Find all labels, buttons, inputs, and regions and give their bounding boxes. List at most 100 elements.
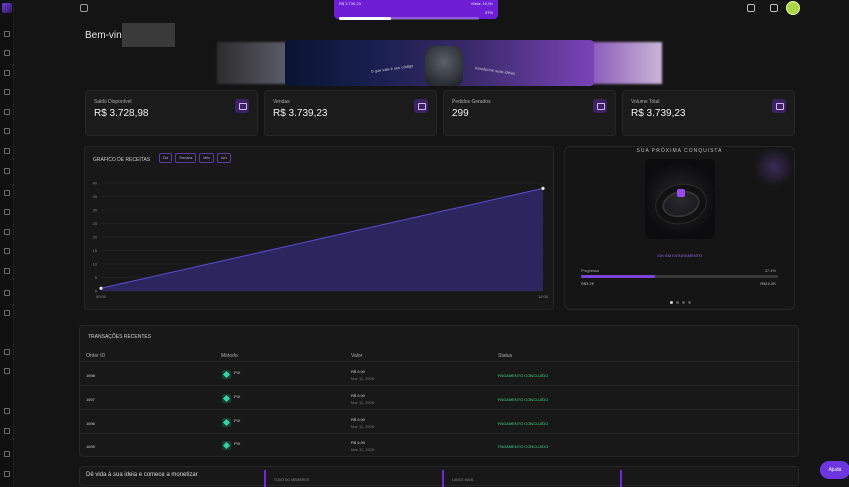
y-tick-label: 10 (93, 262, 98, 267)
date: Mar 11, 2026 (351, 400, 375, 405)
sidebar-item-9-icon[interactable] (4, 190, 10, 196)
carousel-dot-2[interactable] (676, 301, 679, 304)
sidebar-item-8-icon[interactable] (4, 168, 10, 174)
sidebar-item-18-icon[interactable] (4, 408, 10, 414)
launch-card-label: LANCE MAIS (452, 478, 474, 482)
chart-up-icon (414, 99, 428, 113)
banner-prev-slide[interactable] (217, 42, 287, 84)
pix-icon (222, 441, 231, 450)
sidebar-item-15-icon[interactable] (4, 310, 10, 316)
carousel-dots (670, 301, 691, 304)
members-card-label: TUDO DO MEMBROS (274, 478, 310, 482)
sidebar-item-19-icon[interactable] (4, 428, 10, 434)
members-card[interactable]: TUDO DO MEMBROS (264, 470, 442, 487)
sidebar-item-13-icon[interactable] (4, 268, 10, 274)
banner-main[interactable]: 0 que vale é seu código transforme suas … (285, 40, 594, 86)
table-row[interactable]: 1696 PIX R$ 9,90 Mar 11, 2026 PAGAMENTO … (80, 411, 798, 434)
stat-card-orders: Pedidos Gerados 299 (443, 90, 616, 136)
sidebar-item-17-icon[interactable] (4, 368, 10, 374)
stat-label: Volume Total (631, 99, 660, 105)
order-id: 1698 (86, 373, 95, 378)
goal-progress-bar (339, 17, 479, 20)
y-tick-label: 25 (93, 221, 98, 226)
extra-card[interactable] (620, 470, 798, 487)
method: PIX (234, 441, 241, 446)
col-order-id: Order ID (86, 353, 106, 359)
user-avatar[interactable] (786, 1, 800, 15)
revenue-goal-banner: R$ 3.739,23 Meta: 10,0K 37% (334, 0, 498, 20)
sidebar-item-3-icon[interactable] (4, 70, 10, 76)
fullscreen-icon[interactable] (747, 4, 755, 12)
banner-image (425, 46, 463, 86)
order-id: 1696 (86, 421, 95, 426)
sidebar-item-7-icon[interactable] (4, 148, 10, 154)
pix-icon (222, 394, 231, 403)
recent-transactions-panel: TRANSAÇÕES RECENTES Order ID Método Valo… (79, 325, 799, 457)
table-row[interactable]: 1695 PIX R$ 9,90 Mar 11, 2026 PAGAMENTO … (80, 434, 798, 457)
stat-card-sales: Vendas R$ 3.739,23 (264, 90, 437, 136)
stat-label: Saldo Disponível (94, 99, 132, 105)
sidebar-item-16-icon[interactable] (4, 349, 10, 355)
sidebar-item-20-icon[interactable] (4, 451, 10, 457)
sidebar-item-14-icon[interactable] (4, 290, 10, 296)
goal-progress-fill (339, 17, 391, 20)
status-badge: PAGAMENTO CONCLUÍDO (498, 397, 549, 402)
transactions-header: Order ID Método Valor Status (80, 350, 798, 362)
order-id: 1697 (86, 397, 95, 402)
launch-card[interactable]: LANCE MAIS (442, 470, 620, 487)
status-badge: PAGAMENTO CONCLUÍDO (498, 373, 549, 378)
monetize-title: Dê vida à sua ideia e comece a monetizar (86, 472, 198, 478)
x-tick-label: 00:00 (96, 294, 107, 299)
help-button[interactable]: Ajuda (820, 461, 849, 479)
filter-week-button[interactable]: Semana (175, 153, 197, 163)
sidebar-item-2-icon[interactable] (4, 50, 10, 56)
carousel-dot-1[interactable] (670, 301, 673, 304)
sidebar-item-5-icon[interactable] (4, 109, 10, 115)
pix-icon (222, 370, 231, 379)
sidebar-item-11-icon[interactable] (4, 229, 10, 235)
sidebar-item-21-icon[interactable] (4, 471, 10, 477)
value: R$ 9,90 (351, 393, 366, 398)
value: R$ 9,90 (351, 417, 366, 422)
promo-caption: 10K EM FATURAMENTO (656, 253, 703, 258)
promo-target: R$10.0K (760, 281, 776, 286)
table-row[interactable]: 1698 PIX R$ 9,90 Mar 11, 2026 PAGAMENTO … (80, 363, 798, 386)
app-logo[interactable] (2, 3, 12, 13)
carousel-dot-3[interactable] (682, 301, 685, 304)
banner-text-left: 0 que vale é seu código (370, 63, 414, 74)
data-point (541, 186, 545, 190)
promo-progress-fill (581, 275, 655, 278)
goal-percent: 37% (484, 10, 493, 15)
menu-toggle-icon[interactable] (80, 4, 88, 12)
value: R$ 9,90 (351, 440, 366, 445)
date: Mar 11, 2026 (351, 424, 375, 429)
y-tick-label: 5 (95, 275, 98, 280)
stat-label: Pedidos Gerados (452, 99, 491, 105)
filter-month-button[interactable]: Mês (199, 153, 214, 163)
notifications-icon[interactable] (770, 4, 778, 12)
table-row[interactable]: 1697 PIX R$ 9,90 Mar 11, 2026 PAGAMENTO … (80, 387, 798, 410)
ring-logo-icon (677, 189, 685, 197)
method: PIX (234, 418, 241, 423)
stats-cards: Saldo Disponível R$ 3.728,98 Vendas R$ 3… (85, 90, 795, 136)
promo-progress-percent: 37.4% (764, 268, 776, 273)
sidebar-item-10-icon[interactable] (4, 209, 10, 215)
y-tick-label: 35 (93, 194, 98, 199)
sidebar-item-12-icon[interactable] (4, 248, 10, 254)
stat-label: Vendas (273, 99, 290, 105)
carousel-dot-4[interactable] (688, 301, 691, 304)
banner-carousel[interactable]: 0 que vale é seu código transforme suas … (217, 40, 662, 86)
y-tick-label: 30 (93, 208, 98, 213)
stat-card-balance: Saldo Disponível R$ 3.728,98 (85, 90, 258, 136)
banner-next-slide[interactable] (592, 42, 662, 84)
chart-period-filters: Dia Semana Mês Ano (159, 153, 232, 163)
wallet-icon (235, 99, 249, 113)
promo-current: R$3.7K (581, 281, 595, 286)
sidebar-item-1-icon[interactable] (4, 31, 10, 37)
filter-day-button[interactable]: Dia (159, 153, 173, 163)
filter-year-button[interactable]: Ano (216, 153, 232, 163)
sidebar-item-6-icon[interactable] (4, 128, 10, 134)
data-point (99, 286, 103, 290)
topbar-actions-2 (770, 4, 778, 12)
sidebar-item-4-icon[interactable] (4, 89, 10, 95)
